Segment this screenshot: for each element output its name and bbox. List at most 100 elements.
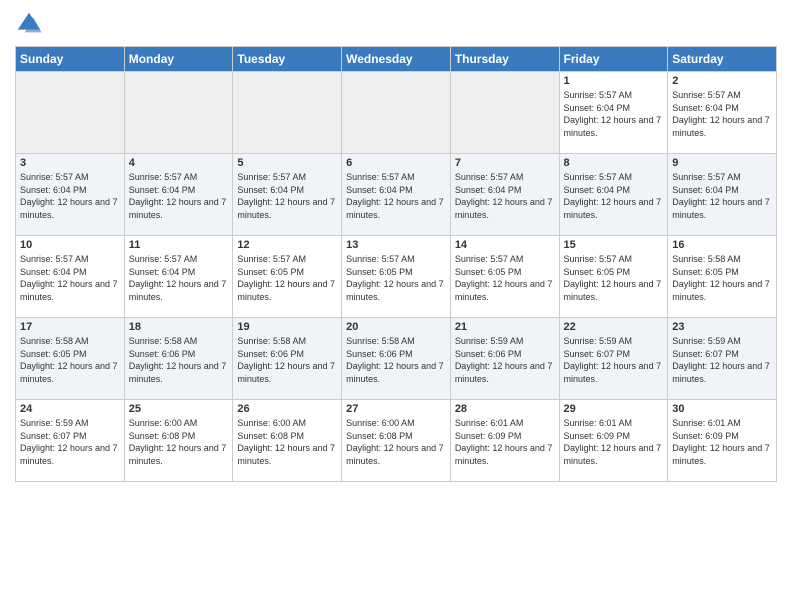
calendar-cell: 28Sunrise: 6:01 AM Sunset: 6:09 PM Dayli… (450, 400, 559, 482)
day-info: Sunrise: 5:59 AM Sunset: 6:07 PM Dayligh… (564, 335, 664, 385)
calendar-row: 24 Sunrise: 5:59 AM Sunset: 6:07 PM Dayli… (16, 400, 777, 482)
day-info: Sunrise: 5:58 AM Sunset: 6:06 PM Dayligh… (237, 335, 337, 385)
calendar-cell: 15Sunrise: 5:57 AM Sunset: 6:05 PM Dayli… (559, 236, 668, 318)
day-info: Sunrise: 5:57 AM Sunset: 6:04 PM Dayligh… (564, 171, 664, 221)
calendar-cell: 10 Sunrise: 5:57 AM Sunset: 6:04 PM Dayli… (16, 236, 125, 318)
day-info: Sunrise: 5:57 AM Sunset: 6:05 PM Dayligh… (346, 253, 446, 303)
weekday-header: Monday (124, 47, 233, 72)
day-number: 17 (20, 321, 120, 333)
calendar-cell: 26 Sunrise: 6:00 AM Sunset: 6:08 PM Dayli… (233, 400, 342, 482)
day-info: Sunrise: 5:59 AM Sunset: 6:07 PM Dayligh… (20, 417, 120, 467)
day-info: Sunrise: 5:59 AM Sunset: 6:07 PM Dayligh… (672, 335, 772, 385)
day-number: 7 (455, 157, 555, 169)
logo (15, 10, 47, 38)
calendar-cell: 25 Sunrise: 6:00 AM Sunset: 6:08 PM Dayli… (124, 400, 233, 482)
calendar-cell: 22 Sunrise: 5:59 AM Sunset: 6:07 PM Dayli… (559, 318, 668, 400)
calendar-cell: 7 Sunrise: 5:57 AM Sunset: 6:04 PM Daylig… (450, 154, 559, 236)
day-number: 12 (237, 239, 337, 251)
day-info: Sunrise: 5:57 AM Sunset: 6:05 PM Dayligh… (564, 253, 664, 303)
day-number: 6 (346, 157, 446, 169)
weekday-header: Tuesday (233, 47, 342, 72)
calendar-cell (450, 72, 559, 154)
calendar-row: 17 Sunrise: 5:58 AM Sunset: 6:05 PM Dayli… (16, 318, 777, 400)
calendar-cell: 2 Sunrise: 5:57 AM Sunset: 6:04 PM Daylig… (668, 72, 777, 154)
calendar-cell (124, 72, 233, 154)
calendar-cell: 12Sunrise: 5:57 AM Sunset: 6:05 PM Dayli… (233, 236, 342, 318)
calendar-cell: 8 Sunrise: 5:57 AM Sunset: 6:04 PM Daylig… (559, 154, 668, 236)
day-number: 29 (564, 403, 664, 415)
calendar-cell: 4 Sunrise: 5:57 AM Sunset: 6:04 PM Daylig… (124, 154, 233, 236)
day-info: Sunrise: 5:57 AM Sunset: 6:04 PM Dayligh… (20, 171, 120, 221)
weekday-header: Thursday (450, 47, 559, 72)
calendar-cell: 16Sunrise: 5:58 AM Sunset: 6:05 PM Dayli… (668, 236, 777, 318)
calendar-cell: 14 Sunrise: 5:57 AM Sunset: 6:05 PM Dayli… (450, 236, 559, 318)
day-number: 3 (20, 157, 120, 169)
calendar-row: 10 Sunrise: 5:57 AM Sunset: 6:04 PM Dayli… (16, 236, 777, 318)
day-number: 1 (564, 75, 664, 87)
day-number: 5 (237, 157, 337, 169)
day-number: 21 (455, 321, 555, 333)
day-number: 10 (20, 239, 120, 251)
weekday-header: Sunday (16, 47, 125, 72)
day-info: Sunrise: 5:57 AM Sunset: 6:04 PM Dayligh… (672, 89, 772, 139)
day-info: Sunrise: 5:57 AM Sunset: 6:04 PM Dayligh… (129, 171, 229, 221)
day-number: 24 (20, 403, 120, 415)
day-number: 2 (672, 75, 772, 87)
logo-icon (15, 10, 43, 38)
calendar-cell: 19Sunrise: 5:58 AM Sunset: 6:06 PM Dayli… (233, 318, 342, 400)
day-info: Sunrise: 5:57 AM Sunset: 6:04 PM Dayligh… (346, 171, 446, 221)
calendar-cell: 13 Sunrise: 5:57 AM Sunset: 6:05 PM Dayli… (342, 236, 451, 318)
day-number: 4 (129, 157, 229, 169)
day-info: Sunrise: 6:00 AM Sunset: 6:08 PM Dayligh… (237, 417, 337, 467)
calendar-cell: 5 Sunrise: 5:57 AM Sunset: 6:04 PM Daylig… (233, 154, 342, 236)
calendar-cell: 29 Sunrise: 6:01 AM Sunset: 6:09 PM Dayli… (559, 400, 668, 482)
day-info: Sunrise: 6:00 AM Sunset: 6:08 PM Dayligh… (346, 417, 446, 467)
calendar-cell: 9 Sunrise: 5:57 AM Sunset: 6:04 PM Daylig… (668, 154, 777, 236)
calendar-cell: 23 Sunrise: 5:59 AM Sunset: 6:07 PM Dayli… (668, 318, 777, 400)
day-number: 9 (672, 157, 772, 169)
calendar-row: 3 Sunrise: 5:57 AM Sunset: 6:04 PM Daylig… (16, 154, 777, 236)
calendar-cell: 6 Sunrise: 5:57 AM Sunset: 6:04 PM Daylig… (342, 154, 451, 236)
day-info: Sunrise: 5:57 AM Sunset: 6:04 PM Dayligh… (455, 171, 555, 221)
calendar-cell: 30 Sunrise: 6:01 AM Sunset: 6:09 PM Dayli… (668, 400, 777, 482)
day-number: 30 (672, 403, 772, 415)
calendar-cell (342, 72, 451, 154)
day-number: 13 (346, 239, 446, 251)
day-info: Sunrise: 6:01 AM Sunset: 6:09 PM Dayligh… (564, 417, 664, 467)
day-number: 23 (672, 321, 772, 333)
day-number: 27 (346, 403, 446, 415)
day-info: Sunrise: 5:57 AM Sunset: 6:04 PM Dayligh… (237, 171, 337, 221)
weekday-header: Wednesday (342, 47, 451, 72)
day-info: Sunrise: 5:58 AM Sunset: 6:05 PM Dayligh… (20, 335, 120, 385)
day-number: 14 (455, 239, 555, 251)
calendar-cell: 3 Sunrise: 5:57 AM Sunset: 6:04 PM Daylig… (16, 154, 125, 236)
day-number: 8 (564, 157, 664, 169)
calendar-cell: 27 Sunrise: 6:00 AM Sunset: 6:08 PM Dayli… (342, 400, 451, 482)
day-number: 25 (129, 403, 229, 415)
day-info: Sunrise: 5:57 AM Sunset: 6:04 PM Dayligh… (129, 253, 229, 303)
day-info: Sunrise: 6:01 AM Sunset: 6:09 PM Dayligh… (672, 417, 772, 467)
day-info: Sunrise: 6:00 AM Sunset: 6:08 PM Dayligh… (129, 417, 229, 467)
weekday-header: Saturday (668, 47, 777, 72)
day-number: 22 (564, 321, 664, 333)
calendar-header-row: SundayMondayTuesdayWednesdayThursdayFrid… (16, 47, 777, 72)
calendar-cell: 21 Sunrise: 5:59 AM Sunset: 6:06 PM Dayli… (450, 318, 559, 400)
day-info: Sunrise: 5:59 AM Sunset: 6:06 PM Dayligh… (455, 335, 555, 385)
calendar-cell: 18Sunrise: 5:58 AM Sunset: 6:06 PM Dayli… (124, 318, 233, 400)
calendar-cell: 17 Sunrise: 5:58 AM Sunset: 6:05 PM Dayli… (16, 318, 125, 400)
day-number: 26 (237, 403, 337, 415)
calendar-cell (16, 72, 125, 154)
day-number: 11 (129, 239, 229, 251)
calendar-cell: 1Sunrise: 5:57 AM Sunset: 6:04 PM Daylig… (559, 72, 668, 154)
day-info: Sunrise: 5:57 AM Sunset: 6:05 PM Dayligh… (455, 253, 555, 303)
day-info: Sunrise: 5:58 AM Sunset: 6:06 PM Dayligh… (346, 335, 446, 385)
calendar-row: 1 Sunrise: 5:57 AM Sunset: 6:04 PM Daylig… (16, 72, 777, 154)
day-info: Sunrise: 5:57 AM Sunset: 6:04 PM Dayligh… (20, 253, 120, 303)
day-number: 18 (129, 321, 229, 333)
day-number: 20 (346, 321, 446, 333)
header (15, 10, 777, 38)
calendar-cell: 20 Sunrise: 5:58 AM Sunset: 6:06 PM Dayli… (342, 318, 451, 400)
day-info: Sunrise: 6:01 AM Sunset: 6:09 PM Dayligh… (455, 417, 555, 467)
day-info: Sunrise: 5:57 AM Sunset: 6:04 PM Dayligh… (672, 171, 772, 221)
calendar-cell (233, 72, 342, 154)
